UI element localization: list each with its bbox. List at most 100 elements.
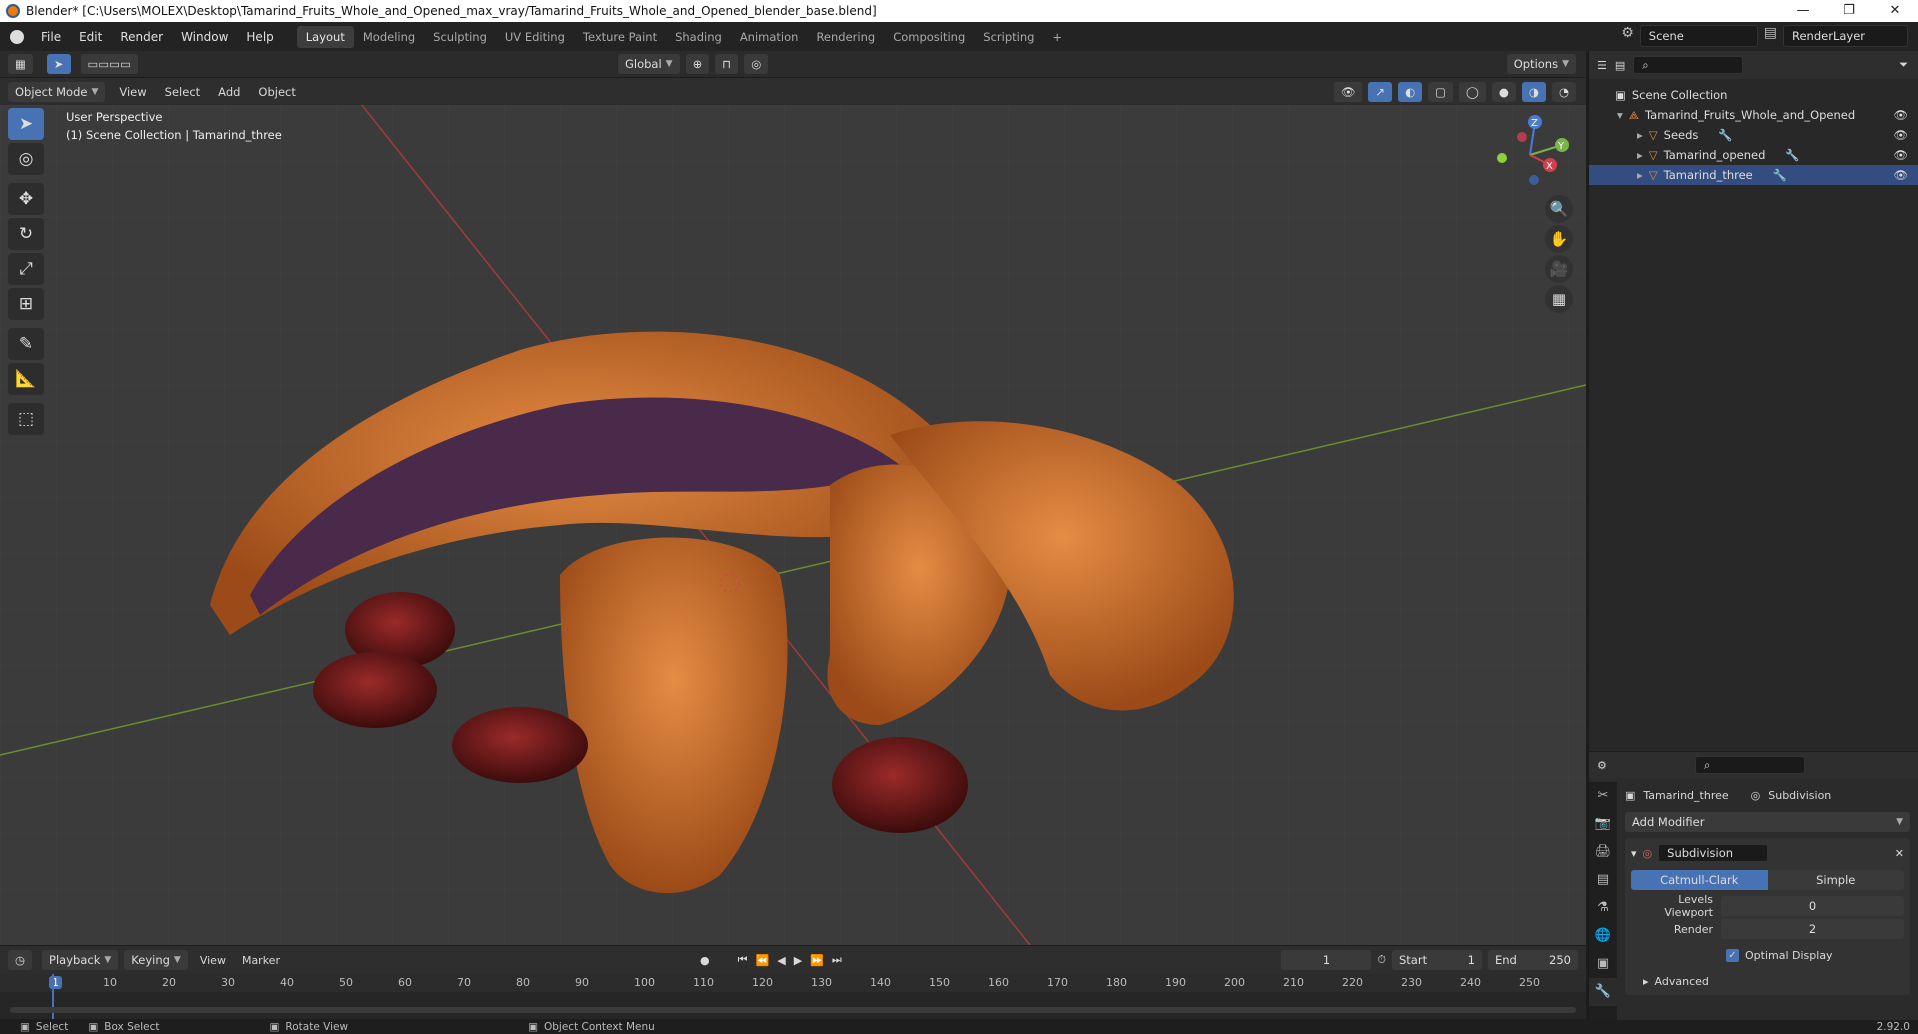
timeline-ruler[interactable]: 1 10 20 30 40 50 60 70 80 90 100 110 120 130 140 150 160… — [0, 974, 1586, 992]
modifier-wrench-icon[interactable]: 🔧 — [1773, 168, 1787, 182]
next-keyframe-icon[interactable]: ⏩ — [810, 954, 824, 967]
modifier-wrench-icon[interactable]: 🔧 — [1785, 148, 1799, 162]
jump-start-icon[interactable]: ⏮ — [738, 953, 748, 967]
outliner-row-tamarind-opened[interactable]: ▸ ▽ Tamarind_opened 🔧 👁 — [1589, 145, 1918, 165]
modifier-name-field[interactable]: Subdivision — [1658, 844, 1769, 862]
visibility-icon[interactable]: 👁 — [1333, 81, 1363, 102]
wireframe-shading-icon[interactable]: ◯ — [1458, 81, 1486, 102]
blender-menu-icon[interactable] — [10, 29, 24, 44]
tab-scripting[interactable]: Scripting — [974, 26, 1043, 48]
scene-tab-icon[interactable]: ⚗ — [1589, 894, 1617, 922]
tab-uv-editing[interactable]: UV Editing — [496, 26, 574, 48]
keying-dropdown[interactable]: Keying ▼ — [124, 950, 188, 970]
solid-shading-icon[interactable]: ● — [1491, 81, 1516, 102]
outliner-row-collection[interactable]: ▾ ⟁ Tamarind_Fruits_Whole_and_Opened 👁 — [1589, 105, 1918, 125]
current-frame-field[interactable]: 1 — [1281, 950, 1372, 970]
rotate-tool-icon[interactable]: ↻ — [8, 218, 44, 250]
timeline-scrollbar[interactable] — [10, 1007, 1576, 1013]
add-modifier-dropdown[interactable]: Add Modifier ▼ — [1625, 812, 1910, 832]
annotate-tool-icon[interactable]: ✎ — [8, 328, 44, 360]
selection-mode-icons[interactable]: ▭▭▭▭ — [80, 54, 138, 74]
tab-sculpting[interactable]: Sculpting — [424, 26, 496, 48]
select-menu[interactable]: Select — [165, 85, 200, 99]
zoom-icon[interactable]: 🔍 — [1545, 195, 1573, 223]
filter-icon[interactable]: ⏷ — [1899, 58, 1908, 72]
timeline-editor-icon[interactable]: ◷ — [8, 950, 33, 970]
close-icon[interactable]: ✕ — [1895, 847, 1904, 860]
tool-tab-icon[interactable]: ✂ — [1589, 782, 1617, 810]
play-reverse-icon[interactable]: ◀ — [777, 954, 785, 967]
restore-button[interactable]: ❐ — [1826, 0, 1872, 22]
catmull-clark-button[interactable]: Catmull-Clark — [1631, 870, 1768, 890]
scene-field[interactable]: Scene — [1639, 25, 1758, 47]
collapse-arrow-icon[interactable]: ▾ — [1631, 847, 1637, 860]
expand-arrow-icon[interactable]: ▸ — [1637, 128, 1643, 142]
play-icon[interactable]: ▶ — [794, 954, 802, 967]
tab-compositing[interactable]: Compositing — [884, 26, 974, 48]
timeline-marker-menu[interactable]: Marker — [242, 954, 280, 967]
grid-view-icon[interactable]: ▦ — [1545, 285, 1573, 313]
menu-window[interactable]: Window — [172, 30, 237, 44]
mode-dropdown[interactable]: Object Mode ▼ — [8, 81, 106, 102]
navigation-gizmo[interactable]: Z Y X — [1490, 110, 1570, 190]
tab-texture-paint[interactable]: Texture Paint — [574, 26, 666, 48]
expand-arrow-icon[interactable]: ▸ — [1643, 975, 1649, 988]
scene-icon[interactable]: ⚙ — [1621, 25, 1634, 47]
view-menu[interactable]: View — [119, 85, 146, 99]
outliner-search-input[interactable]: ⌕ — [1633, 56, 1744, 74]
menu-edit[interactable]: Edit — [70, 30, 111, 44]
select-tool-icon[interactable]: ➤ — [46, 54, 71, 74]
measure-tool-icon[interactable]: 📐 — [8, 363, 44, 395]
outliner-row-seeds[interactable]: ▸ ▽ Seeds 🔧 👁 — [1589, 125, 1918, 145]
menu-render[interactable]: Render — [111, 30, 172, 44]
overlay-toggle-icon[interactable]: ◐ — [1398, 81, 1423, 102]
visibility-eye-icon[interactable]: 👁 — [1893, 168, 1908, 182]
expand-arrow-icon[interactable]: ▸ — [1637, 168, 1643, 182]
expand-arrow-icon[interactable]: ▸ — [1637, 148, 1643, 162]
prev-keyframe-icon[interactable]: ⏪ — [756, 954, 770, 967]
snap-icon[interactable]: ⊓ — [715, 54, 739, 74]
output-tab-icon[interactable]: 🖨 — [1589, 838, 1617, 866]
xray-icon[interactable]: ▢ — [1428, 81, 1453, 102]
timeline-track[interactable]: 1 10 20 30 40 50 60 70 80 90 100 110 120 130 140 150 160… — [0, 974, 1586, 1019]
render-layer-field[interactable]: RenderLayer — [1783, 25, 1908, 47]
camera-view-icon[interactable]: 🎥 — [1545, 255, 1573, 283]
3d-viewport[interactable] — [0, 105, 1586, 945]
render-layer-icon[interactable]: ▤ — [1764, 25, 1777, 47]
visibility-eye-icon[interactable]: 👁 — [1893, 128, 1908, 142]
pivot-icon[interactable]: ⊕ — [685, 54, 710, 74]
properties-editor-icon[interactable]: ⚙ — [1597, 759, 1607, 772]
outliner-row-tamarind-three[interactable]: ▸ ▽ Tamarind_three 🔧 👁 — [1589, 165, 1918, 185]
end-frame-field[interactable]: End 250 — [1488, 950, 1578, 970]
minimize-button[interactable]: — — [1780, 0, 1826, 22]
view-layer-tab-icon[interactable]: ▤ — [1589, 866, 1617, 894]
tab-shading[interactable]: Shading — [666, 26, 731, 48]
material-shading-icon[interactable]: ◑ — [1521, 81, 1546, 102]
transform-orientation-dropdown[interactable]: Global ▼ — [617, 54, 680, 74]
timeline-view-menu[interactable]: View — [200, 954, 226, 967]
tab-animation[interactable]: Animation — [731, 26, 808, 48]
visibility-eye-icon[interactable]: 👁 — [1893, 148, 1908, 162]
jump-end-icon[interactable]: ⏭ — [832, 953, 842, 967]
close-button[interactable]: ✕ — [1872, 0, 1918, 22]
render-tab-icon[interactable]: 📷 — [1589, 810, 1617, 838]
gizmo-toggle-icon[interactable]: ↗ — [1368, 81, 1393, 102]
start-frame-field[interactable]: Start 1 — [1392, 950, 1482, 970]
expand-arrow-icon[interactable]: ▾ — [1617, 108, 1623, 122]
optimal-display-checkbox[interactable]: ✓ — [1726, 948, 1739, 962]
menu-help[interactable]: Help — [237, 30, 282, 44]
levels-viewport-field[interactable]: 0 — [1721, 896, 1904, 916]
add-workspace-button[interactable]: + — [1043, 26, 1071, 48]
visibility-eye-icon[interactable]: 👁 — [1893, 108, 1908, 122]
transform-tool-icon[interactable]: ⊞ — [8, 288, 44, 320]
advanced-section[interactable]: Advanced — [1655, 975, 1709, 988]
tab-layout[interactable]: Layout — [296, 25, 354, 48]
object-tab-icon[interactable]: ▣ — [1589, 950, 1617, 978]
options-dropdown[interactable]: Options ▼ — [1506, 54, 1576, 74]
modifier-tab-icon[interactable]: 🔧 — [1589, 978, 1617, 1006]
display-mode-icon[interactable]: ▤ — [1615, 59, 1625, 72]
tab-modeling[interactable]: Modeling — [354, 26, 424, 48]
add-cube-tool-icon[interactable]: ⬚ — [8, 403, 44, 435]
rendered-shading-icon[interactable]: ◔ — [1551, 81, 1576, 102]
add-menu[interactable]: Add — [218, 85, 240, 99]
